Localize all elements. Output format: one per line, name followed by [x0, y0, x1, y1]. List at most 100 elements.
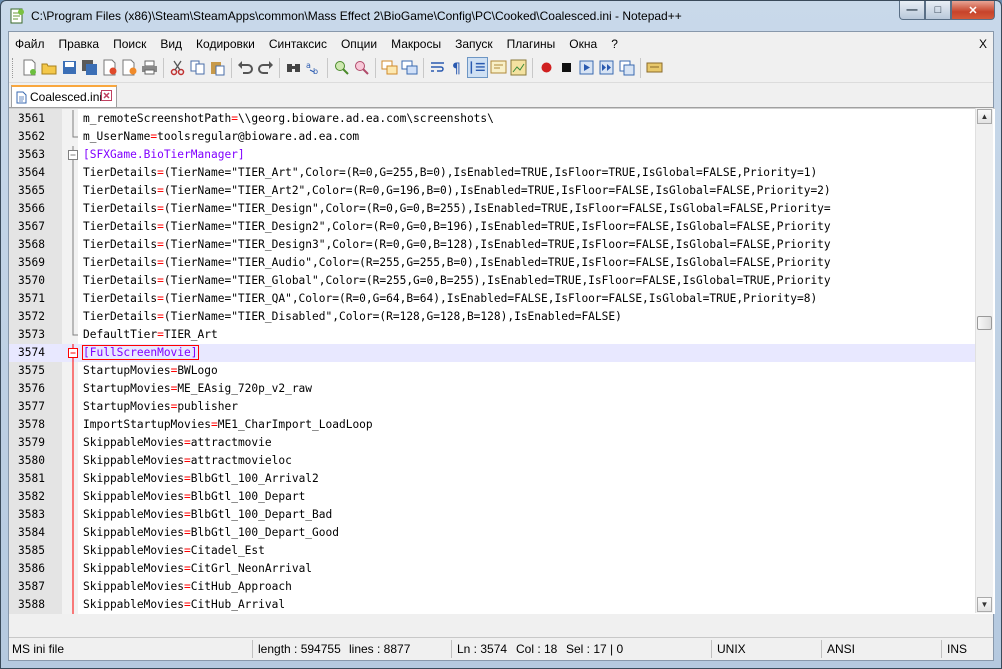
line-number: 3583: [18, 508, 45, 521]
scroll-up-icon[interactable]: ▲: [977, 109, 992, 124]
doc-map-icon[interactable]: [510, 59, 527, 76]
menu-item[interactable]: Синтаксис: [262, 34, 334, 54]
code-line[interactable]: 3564 TierDetails=(TierName="TIER_Art",Col…: [9, 164, 975, 182]
status-insert-mode[interactable]: INS: [947, 642, 967, 656]
cut-icon[interactable]: [169, 59, 186, 76]
scroll-thumb[interactable]: [977, 316, 992, 330]
tab-coalesced-ini[interactable]: Coalesced.ini: [11, 85, 117, 107]
zoom-in-icon[interactable]: [333, 59, 350, 76]
code-line[interactable]: 3573 DefaultTier=TIER_Art: [9, 326, 975, 344]
code-line[interactable]: 3562 m_UserName=toolsregular@bioware.ad.e…: [9, 128, 975, 146]
scroll-down-icon[interactable]: ▼: [977, 597, 992, 612]
code-line[interactable]: 3583 SkippableMovies=BlbGtl_100_Depart_Ba…: [9, 506, 975, 524]
toolbar: ab ¶: [9, 54, 993, 83]
menu-item[interactable]: Запуск: [448, 34, 500, 54]
menu-item[interactable]: Правка: [52, 34, 107, 54]
code-line[interactable]: 3581 SkippableMovies=BlbGtl_100_Arrival2: [9, 470, 975, 488]
zoom-out-icon[interactable]: [353, 59, 370, 76]
show-all-chars-icon[interactable]: ¶: [449, 59, 466, 76]
sync-horizontal-icon[interactable]: [401, 59, 418, 76]
ini-key: TierDetails: [83, 310, 158, 323]
close-document-button[interactable]: X: [979, 34, 987, 54]
code-line[interactable]: 3565 TierDetails=(TierName="TIER_Art2",Co…: [9, 182, 975, 200]
code-line[interactable]: 3586 SkippableMovies=CitGrl_NeonArrival: [9, 560, 975, 578]
open-file-icon[interactable]: [41, 59, 58, 76]
code-line[interactable]: 3567 TierDetails=(TierName="TIER_Design2"…: [9, 218, 975, 236]
minimize-button[interactable]: —: [899, 1, 925, 20]
status-eol[interactable]: UNIX: [717, 642, 746, 656]
line-number: 3578: [18, 418, 45, 431]
line-number: 3587: [18, 580, 45, 593]
code-line[interactable]: 3579 SkippableMovies=attractmovie: [9, 434, 975, 452]
line-number: 3582: [18, 490, 45, 503]
maximize-button[interactable]: □: [925, 1, 951, 20]
find-icon[interactable]: [285, 59, 302, 76]
title-bar[interactable]: C:\Program Files (x86)\Steam\SteamApps\c…: [1, 1, 1001, 31]
menu-item[interactable]: Опции: [334, 34, 384, 54]
vertical-scrollbar[interactable]: ▲ ▼: [975, 108, 993, 613]
save-icon[interactable]: [61, 59, 78, 76]
code-line[interactable]: 3575 StartupMovies=BWLogo: [9, 362, 975, 380]
code-line[interactable]: 3587 SkippableMovies=CitHub_Approach: [9, 578, 975, 596]
section-line[interactable]: 3563 [SFXGame.BioTierManager]: [9, 146, 975, 164]
menu-item[interactable]: Плагины: [500, 34, 563, 54]
play-multiple-icon[interactable]: [598, 59, 615, 76]
menu-item[interactable]: Кодировки: [189, 34, 262, 54]
fold-collapse-icon[interactable]: [65, 146, 81, 164]
close-file-icon[interactable]: [101, 59, 118, 76]
save-all-icon[interactable]: [81, 59, 98, 76]
print-icon[interactable]: [141, 59, 158, 76]
indent-guide-icon[interactable]: [467, 57, 488, 78]
close-window-button[interactable]: ✕: [951, 1, 995, 20]
line-text: SkippableMovies=BlbGtl_100_Depart_Bad: [83, 506, 332, 524]
section-line[interactable]: 3574 [FullScreenMovie]: [9, 344, 975, 362]
word-wrap-icon[interactable]: [429, 59, 446, 76]
sync-vertical-icon[interactable]: [381, 59, 398, 76]
menu-item[interactable]: Макросы: [384, 34, 448, 54]
ini-key: SkippableMovies: [83, 436, 185, 449]
toolbar-grip[interactable]: [12, 58, 16, 78]
redo-icon[interactable]: [257, 59, 274, 76]
code-line[interactable]: 3585 SkippableMovies=Citadel_Est: [9, 542, 975, 560]
close-all-icon[interactable]: [121, 59, 138, 76]
code-line[interactable]: 3566 TierDetails=(TierName="TIER_Design",…: [9, 200, 975, 218]
stop-macro-icon[interactable]: [558, 59, 575, 76]
text-editor[interactable]: 3561 m_remoteScreenshotPath=\\georg.biowa…: [9, 108, 995, 614]
equals-operator: =: [157, 256, 164, 269]
user-language-icon[interactable]: [490, 59, 507, 76]
menu-item[interactable]: Файл: [9, 34, 52, 54]
run-icon[interactable]: [646, 59, 663, 76]
menu-item[interactable]: Поиск: [106, 34, 153, 54]
replace-icon[interactable]: ab: [305, 59, 322, 76]
code-line[interactable]: 3571 TierDetails=(TierName="TIER_QA",Colo…: [9, 290, 975, 308]
menu-item[interactable]: Окна: [562, 34, 604, 54]
code-line[interactable]: 3584 SkippableMovies=BlbGtl_100_Depart_Go…: [9, 524, 975, 542]
code-line[interactable]: 3570 TierDetails=(TierName="TIER_Global",…: [9, 272, 975, 290]
tab-close-icon[interactable]: [101, 90, 112, 101]
menu-item[interactable]: ?: [604, 34, 625, 54]
code-line[interactable]: 3569 TierDetails=(TierName="TIER_Audio",C…: [9, 254, 975, 272]
undo-icon[interactable]: [237, 59, 254, 76]
code-line[interactable]: 3576 StartupMovies=ME_EAsig_720p_v2_raw: [9, 380, 975, 398]
status-encoding[interactable]: ANSI: [827, 642, 855, 656]
code-line[interactable]: 3582 SkippableMovies=BlbGtl_100_Depart: [9, 488, 975, 506]
code-line[interactable]: 3561 m_remoteScreenshotPath=\\georg.biowa…: [9, 110, 975, 128]
code-line[interactable]: 3578 ImportStartupMovies=ME1_CharImport_L…: [9, 416, 975, 434]
code-line[interactable]: 3580 SkippableMovies=attractmovieloc: [9, 452, 975, 470]
line-text: m_remoteScreenshotPath=\\georg.bioware.a…: [83, 110, 494, 128]
fold-line-icon: [72, 488, 74, 506]
record-macro-icon[interactable]: [538, 59, 555, 76]
code-line[interactable]: 3568 TierDetails=(TierName="TIER_Design3"…: [9, 236, 975, 254]
menu-item[interactable]: Вид: [153, 34, 189, 54]
code-line[interactable]: 3577 StartupMovies=publisher: [9, 398, 975, 416]
save-macro-icon[interactable]: [618, 59, 635, 76]
fold-collapse-icon[interactable]: [65, 344, 81, 362]
paste-icon[interactable]: [209, 59, 226, 76]
code-line[interactable]: 3572 TierDetails=(TierName="TIER_Disabled…: [9, 308, 975, 326]
code-line[interactable]: 3588 SkippableMovies=CitHub_Arrival: [9, 596, 975, 614]
copy-icon[interactable]: [189, 59, 206, 76]
play-macro-icon[interactable]: [578, 59, 595, 76]
ini-value: Citadel_Est: [190, 544, 265, 557]
new-file-icon[interactable]: [21, 59, 38, 76]
equals-operator: =: [157, 328, 164, 341]
